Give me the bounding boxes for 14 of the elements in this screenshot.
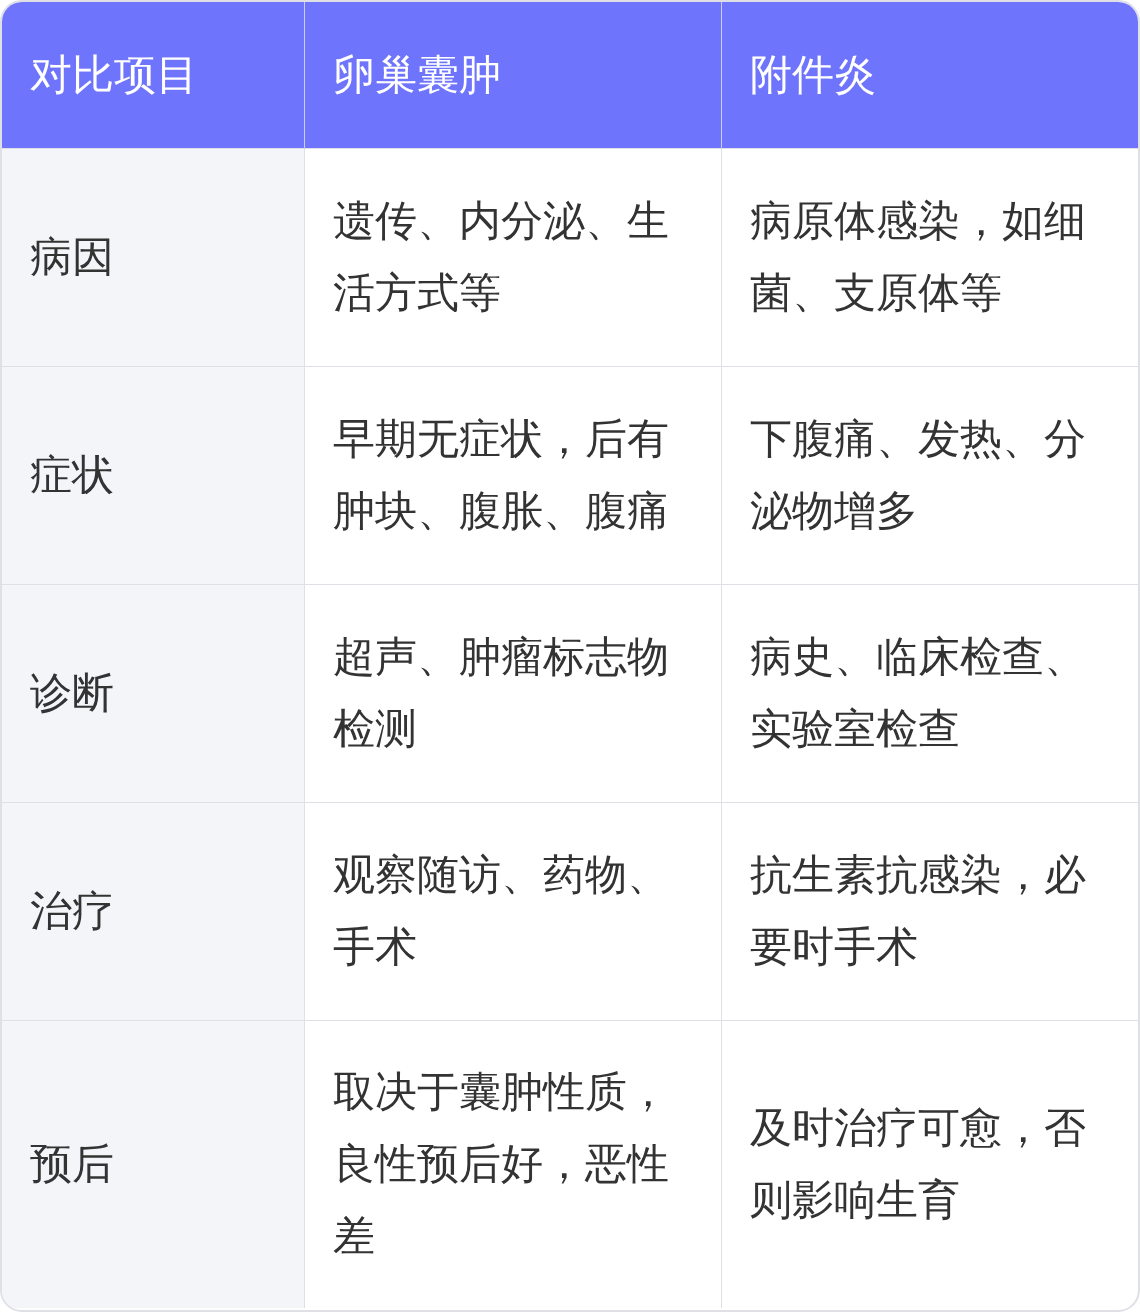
row-label: 治疗: [2, 802, 304, 1020]
column-header: 对比项目: [2, 2, 304, 148]
row-label: 症状: [2, 366, 304, 584]
table-cell: 遗传、内分泌、生活方式等: [304, 148, 721, 366]
table-cell: 及时治疗可愈，否则影响生育: [721, 1020, 1138, 1308]
table-cell: 早期无症状，后有肿块、腹胀、腹痛: [304, 366, 721, 584]
row-label: 预后: [2, 1020, 304, 1308]
column-header: 附件炎: [721, 2, 1138, 148]
row-label: 病因: [2, 148, 304, 366]
row-label: 诊断: [2, 584, 304, 802]
table-cell: 观察随访、药物、手术: [304, 802, 721, 1020]
table-cell: 超声、肿瘤标志物检测: [304, 584, 721, 802]
column-header: 卵巢囊肿: [304, 2, 721, 148]
table-cell: 病原体感染，如细菌、支原体等: [721, 148, 1138, 366]
